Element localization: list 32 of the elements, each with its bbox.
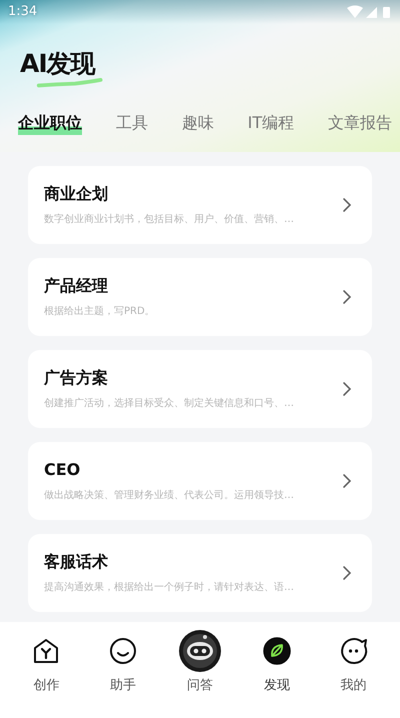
card-title: 商业企划 [44,184,109,204]
status-time: 1:34 [8,3,38,22]
nav-tab[interactable]: 创作 [16,628,76,696]
category-tab[interactable]: 工具 [116,111,148,135]
card-title: 广告方案 [44,368,109,388]
nav-tab[interactable]: 我的 [324,628,384,696]
nav-tab[interactable]: 发现 [246,628,307,696]
category-tab[interactable]: 文章报告 [328,111,392,135]
chevron-right-icon [342,289,352,305]
chevron-right-icon [342,197,352,213]
prompt-card[interactable]: 商业企划 数字创业商业计划书，包括目标、用户、价值、营销、… [28,166,372,244]
card-title: CEO [44,460,82,480]
card-title: 产品经理 [44,276,109,296]
nav-tab[interactable]: 问答 [170,628,230,696]
card-description: 数字创业商业计划书，包括目标、用户、价值、营销、… [44,213,295,226]
category-tab[interactable]: 趣味 [182,111,214,135]
chevron-right-icon [342,565,352,581]
status-icons [346,5,392,19]
chevron-right-icon [342,381,352,397]
card-description: 提高沟通效果，根据给出一个例子时，请针对表达、语… [44,581,295,594]
prompt-card[interactable]: 客服话术 提高沟通效果，根据给出一个例子时，请针对表达、语… [28,534,372,612]
category-tab[interactable]: IT编程 [248,111,294,135]
card-description: 创建推广活动，选择目标受众、制定关键信息和口号、… [44,397,295,410]
card-title: 客服话术 [44,552,109,572]
card-description: 做出战略决策、管理财务业绩、代表公司。运用领导技… [44,489,295,502]
card-description: 根据给出主题，写PRD。 [44,305,156,318]
prompt-card[interactable]: CEO 做出战略决策、管理财务业绩、代表公司。运用领导技… [28,442,372,520]
nav-tab[interactable]: 助手 [93,628,154,696]
page-title: AI发现 [20,50,95,78]
prompt-card[interactable]: 广告方案 创建推广活动，选择目标受众、制定关键信息和口号、… [28,350,372,428]
chevron-right-icon [342,473,352,489]
prompt-card[interactable]: 产品经理 根据给出主题，写PRD。 [28,258,372,336]
